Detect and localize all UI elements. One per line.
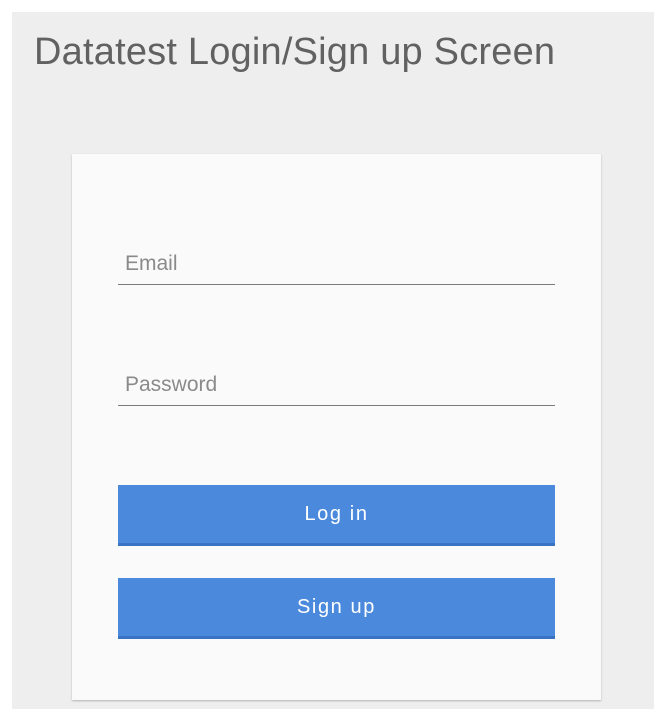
page-background: Datatest Login/Sign up Screen Log in Sig…	[12, 12, 654, 709]
login-card: Log in Sign up	[72, 154, 601, 700]
password-field[interactable]	[118, 365, 555, 405]
password-field-container	[118, 365, 555, 406]
email-field[interactable]	[118, 244, 555, 284]
signup-button[interactable]: Sign up	[118, 578, 555, 639]
page-title: Datatest Login/Sign up Screen	[34, 31, 556, 73]
login-button[interactable]: Log in	[118, 485, 555, 546]
email-field-container	[118, 244, 555, 285]
